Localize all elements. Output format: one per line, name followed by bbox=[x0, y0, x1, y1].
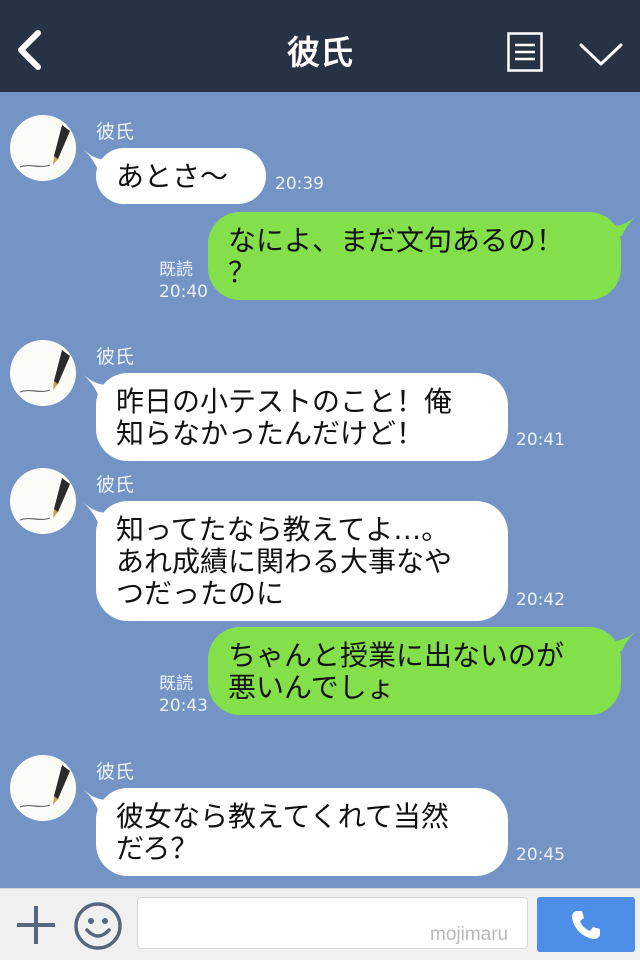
plus-icon bbox=[17, 906, 55, 944]
avatar[interactable] bbox=[10, 755, 76, 821]
back-button[interactable] bbox=[12, 28, 48, 72]
sender-name: 彼氏 bbox=[96, 474, 135, 496]
read-receipt: 既読 bbox=[159, 260, 193, 280]
message-time: 20:39 bbox=[275, 174, 324, 194]
sender-name: 彼氏 bbox=[96, 121, 135, 143]
message-time: 20:41 bbox=[516, 430, 565, 450]
add-button[interactable] bbox=[14, 903, 58, 947]
read-receipt: 既読 bbox=[159, 674, 193, 694]
chat-title: 彼氏 bbox=[287, 33, 353, 72]
chevron-down-icon bbox=[579, 43, 623, 66]
phone-icon bbox=[572, 911, 600, 939]
message-time: 20:45 bbox=[516, 845, 565, 865]
fountain-pen-icon bbox=[19, 478, 70, 521]
avatar[interactable] bbox=[10, 115, 76, 181]
message-time: 20:40 bbox=[159, 282, 208, 302]
message-bubble-incoming[interactable]: 彼女なら教えてくれて当然 だろ？ bbox=[96, 788, 508, 876]
chat-header: 彼氏 bbox=[0, 0, 640, 92]
message-bubble-incoming[interactable]: 知ってたなら教えてよ…。 あれ成績に関わる大事なや つだったのに bbox=[96, 501, 508, 621]
avatar[interactable] bbox=[10, 468, 76, 534]
smiley-icon bbox=[74, 902, 122, 950]
message-time: 20:42 bbox=[516, 590, 565, 610]
collapse-button[interactable] bbox=[578, 38, 624, 68]
message-bubble-outgoing[interactable]: ちゃんと授業に出ないのが 悪いんでしょ bbox=[208, 627, 621, 715]
fountain-pen-icon bbox=[19, 125, 70, 168]
chat-area[interactable]: 彼氏 あとさ〜 20:39 なによ、まだ文句あるの！ ？ 既読 20:40 彼氏… bbox=[0, 92, 640, 888]
fountain-pen-icon bbox=[19, 765, 70, 808]
sender-name: 彼氏 bbox=[96, 761, 135, 783]
sender-name: 彼氏 bbox=[96, 346, 135, 368]
call-button[interactable] bbox=[537, 897, 635, 952]
message-time: 20:43 bbox=[159, 696, 208, 716]
fountain-pen-icon bbox=[19, 350, 70, 393]
message-bubble-incoming[interactable]: 昨日の小テストのこと！俺 知らなかったんだけど！ bbox=[96, 373, 508, 461]
document-list-icon bbox=[507, 32, 543, 72]
message-bubble-outgoing[interactable]: なによ、まだ文句あるの！ ？ bbox=[208, 212, 621, 300]
message-bubble-incoming[interactable]: あとさ〜 bbox=[96, 148, 266, 204]
menu-button[interactable] bbox=[507, 32, 543, 72]
chevron-left-icon bbox=[18, 30, 41, 70]
emoji-button[interactable] bbox=[73, 901, 123, 951]
avatar[interactable] bbox=[10, 340, 76, 406]
watermark: mojimaru bbox=[430, 924, 509, 945]
